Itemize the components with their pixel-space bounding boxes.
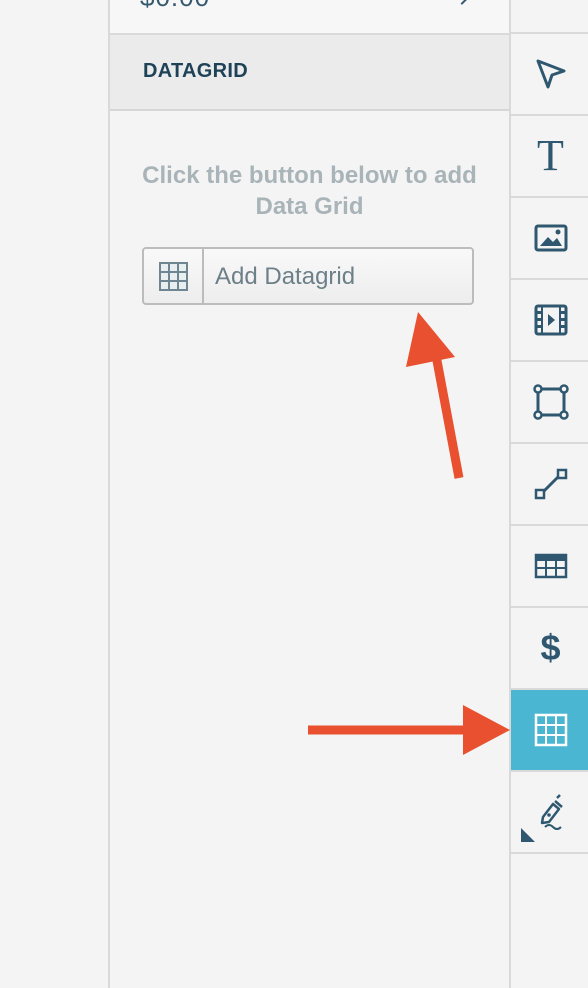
table-icon [534,553,567,579]
dollar-icon: $ [540,627,561,668]
video-icon [534,304,567,336]
select-tool-button[interactable] [511,34,588,116]
image-icon [534,224,567,252]
price-row[interactable]: $0.00 [110,0,509,35]
shape-icon [532,384,569,420]
grid-icon [534,713,567,747]
line-tool-button[interactable] [511,444,588,526]
table-tool-button[interactable] [511,526,588,608]
toolbar-top-cell [511,0,588,34]
price-value: $0.00 [140,0,210,13]
section-header: DATAGRID [110,35,509,111]
corner-indicator-icon [521,828,535,842]
chevron-right-icon[interactable] [452,0,472,5]
text-tool-button[interactable]: T [511,116,588,198]
video-tool-button[interactable] [511,280,588,362]
cursor-arrow-icon [536,59,565,89]
pen-signature-icon [540,794,563,830]
empty-state-hint: Click the button below to add Data Grid [142,162,477,220]
tool-sidebar: T $ [509,0,588,988]
properties-panel: $0.00 DATAGRID Click the button below to… [110,0,509,988]
add-datagrid-label: Add Datagrid [215,263,356,290]
shape-tool-button[interactable] [511,362,588,444]
section-title: DATAGRID [143,60,248,82]
signature-tool-button[interactable] [511,772,588,854]
datagrid-tool-button[interactable] [511,690,588,772]
image-tool-button[interactable] [511,198,588,280]
text-icon: T [537,131,564,180]
left-gutter [0,0,110,988]
line-icon [534,468,567,500]
pricing-tool-button[interactable]: $ [511,608,588,690]
add-datagrid-button[interactable]: Add Datagrid [142,247,474,305]
grid-icon [144,249,204,303]
